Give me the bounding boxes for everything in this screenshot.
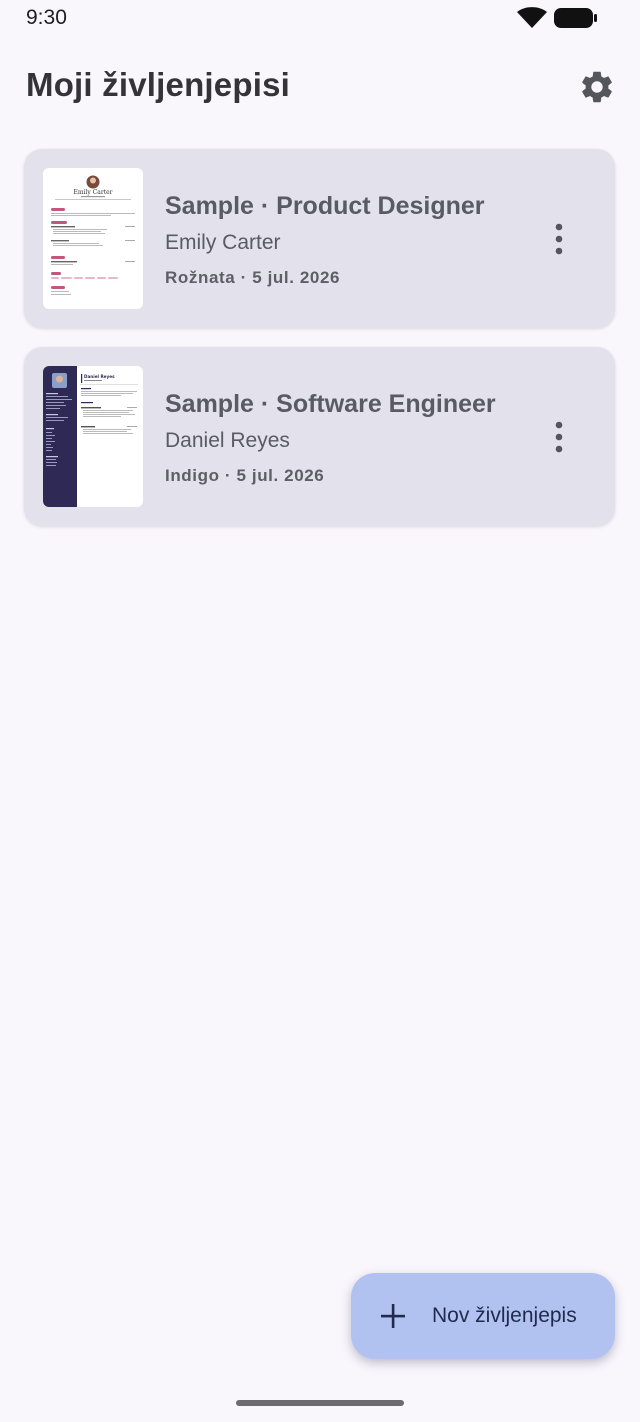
resume-card[interactable]: Emily Carter Sample · Product Designer E… <box>24 149 615 328</box>
resume-person-name: Daniel Reyes <box>165 429 290 452</box>
resume-thumbnail: Emily Carter <box>43 168 143 309</box>
wifi-icon <box>516 7 548 34</box>
gear-icon[interactable] <box>578 68 616 106</box>
more-vert-icon[interactable] <box>544 219 574 259</box>
resume-title: Sample · Product Designer <box>165 192 485 220</box>
status-time: 9:30 <box>26 6 67 29</box>
resume-meta: Indigo · 5 jul. 2026 <box>165 466 325 485</box>
new-resume-button[interactable]: Nov življenjepis <box>351 1273 615 1359</box>
resume-thumbnail: Daniel Reyes <box>43 366 143 507</box>
new-resume-label: Nov življenjepis <box>432 1304 577 1327</box>
home-indicator[interactable] <box>236 1400 404 1406</box>
resume-card[interactable]: Daniel Reyes Sample · Software Engineer … <box>24 347 615 526</box>
more-vert-icon[interactable] <box>544 417 574 457</box>
battery-icon <box>554 8 598 33</box>
resume-title: Sample · Software Engineer <box>165 390 496 418</box>
status-bar: 9:30 <box>0 0 640 36</box>
resume-meta: Rožnata · 5 jul. 2026 <box>165 268 341 287</box>
preview-name: Emily Carter <box>73 189 112 196</box>
page-title: Moji življenjepisi <box>26 66 290 103</box>
plus-icon <box>381 1304 405 1333</box>
resume-person-name: Emily Carter <box>165 231 281 254</box>
preview-name: Daniel Reyes <box>84 374 115 379</box>
